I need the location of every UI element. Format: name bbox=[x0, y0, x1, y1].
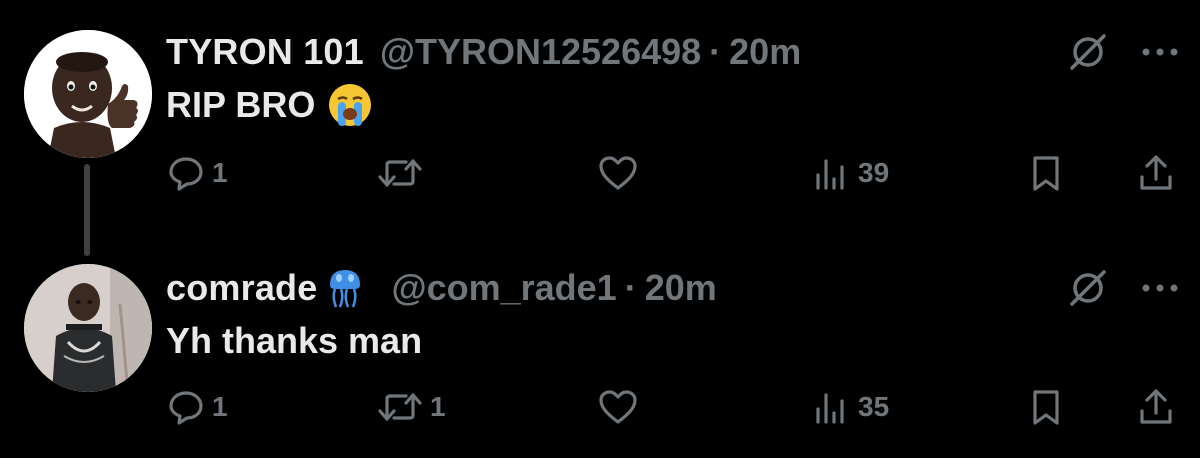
user-handle[interactable]: @com_rade1 bbox=[391, 267, 616, 309]
tweet-header: comrade @com_rade1 · 20m bbox=[166, 266, 717, 310]
heart-icon bbox=[599, 390, 637, 424]
like-button[interactable] bbox=[596, 148, 646, 198]
jellyfish-icon bbox=[327, 267, 363, 309]
share-upload-icon bbox=[1140, 155, 1172, 190]
tweet-action-bar: 1 39 bbox=[166, 148, 1186, 198]
grok-slash-circle-icon[interactable] bbox=[1066, 266, 1110, 310]
display-name[interactable]: comrade bbox=[166, 267, 317, 309]
user-handle[interactable]: @TYRON12526498 bbox=[380, 31, 701, 73]
tweet-header: TYRON 101 @TYRON12526498 · 20m bbox=[166, 30, 801, 74]
tweet-1[interactable]: TYRON 101 @TYRON12526498 · 20m RIP BRO 1… bbox=[0, 0, 1200, 256]
memoji-avatar-icon bbox=[24, 30, 152, 158]
bookmark-icon bbox=[1033, 390, 1059, 425]
tweet-action-bar: 1 1 35 bbox=[166, 382, 1186, 432]
tweet-top-actions bbox=[1066, 266, 1182, 310]
reply-button[interactable]: 1 bbox=[166, 148, 228, 198]
tweet-text: RIP BRO bbox=[166, 82, 373, 128]
more-dots-icon[interactable] bbox=[1138, 266, 1182, 310]
bar-chart-icon bbox=[816, 393, 844, 424]
view-count: 35 bbox=[858, 391, 890, 422]
views-button[interactable]: 35 bbox=[812, 382, 889, 432]
tweet-text-content: RIP BRO bbox=[166, 84, 316, 125]
heart-icon bbox=[599, 156, 637, 190]
view-count: 39 bbox=[858, 157, 890, 188]
separator-dot: · bbox=[709, 31, 722, 72]
share-button[interactable] bbox=[1136, 382, 1176, 432]
reply-button[interactable]: 1 bbox=[166, 382, 228, 432]
views-button[interactable]: 39 bbox=[812, 148, 889, 198]
reply-thread: TYRON 101 @TYRON12526498 · 20m RIP BRO 1… bbox=[0, 0, 1200, 458]
tweet-2[interactable]: comrade @com_rade1 · 20m Yh thanks man 1… bbox=[0, 240, 1200, 458]
separator-dot: · bbox=[624, 267, 637, 308]
retweet-button[interactable] bbox=[376, 148, 430, 198]
reply-count: 1 bbox=[212, 391, 228, 422]
grok-slash-circle-icon[interactable] bbox=[1066, 30, 1110, 74]
share-upload-icon bbox=[1140, 389, 1172, 424]
speech-bubble-icon bbox=[169, 157, 203, 191]
speech-bubble-icon bbox=[169, 391, 203, 425]
retweet-count: 1 bbox=[430, 391, 446, 422]
bookmark-button[interactable] bbox=[1026, 148, 1066, 198]
retweet-icon bbox=[378, 159, 422, 187]
bookmark-button[interactable] bbox=[1026, 382, 1066, 432]
timestamp[interactable]: 20m bbox=[729, 31, 801, 73]
share-button[interactable] bbox=[1136, 148, 1176, 198]
tweet-text: Yh thanks man bbox=[166, 318, 422, 364]
tweet-top-actions bbox=[1066, 30, 1182, 74]
bookmark-icon bbox=[1033, 156, 1059, 191]
retweet-button[interactable]: 1 bbox=[376, 382, 446, 432]
avatar-tyron[interactable] bbox=[24, 30, 152, 158]
reply-count: 1 bbox=[212, 157, 228, 188]
more-dots-icon[interactable] bbox=[1138, 30, 1182, 74]
avatar-comrade[interactable] bbox=[24, 264, 152, 392]
retweet-icon bbox=[378, 393, 422, 421]
tweet-text-content: Yh thanks man bbox=[166, 320, 423, 361]
like-button[interactable] bbox=[596, 382, 646, 432]
profile-photo-icon bbox=[24, 264, 152, 392]
loudly-crying-face-icon bbox=[327, 82, 373, 128]
bar-chart-icon bbox=[816, 159, 844, 190]
timestamp[interactable]: 20m bbox=[645, 267, 717, 309]
display-name[interactable]: TYRON 101 bbox=[166, 31, 364, 73]
